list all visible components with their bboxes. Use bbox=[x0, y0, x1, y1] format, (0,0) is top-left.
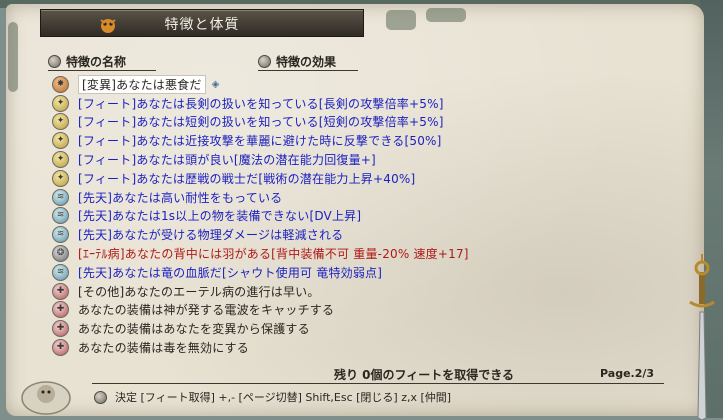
trait-text: あなたの装備はあなたを変異から保護する bbox=[78, 322, 310, 337]
trait-text: [フィート]あなたは歴戦の戦士だ[戦術の潜在能力上昇+40%] bbox=[78, 171, 416, 186]
help-bullet-icon bbox=[94, 390, 107, 404]
other-trait-icon: ✚ bbox=[52, 339, 69, 357]
header-bullet-icon bbox=[258, 54, 271, 68]
other-trait-icon: ✚ bbox=[52, 320, 69, 338]
header-trait-effect: 特徴の効果 bbox=[258, 53, 336, 69]
feat-trait-icon: ✦ bbox=[52, 132, 69, 150]
trait-row[interactable]: ❂ [ｴｰﾃﾙ病]あなたの背中には羽がある[背中装備不可 重量-20% 速度+17… bbox=[52, 244, 652, 263]
trait-text: [その他]あなたのエーテル病の進行は早い。 bbox=[78, 284, 320, 299]
trait-row[interactable]: ✚ [その他]あなたのエーテル病の進行は早い。 bbox=[52, 282, 652, 301]
vine-decoration bbox=[386, 10, 416, 30]
trait-text: [変異]あなたは悪食だ bbox=[78, 74, 206, 94]
feat-trait-icon: ✦ bbox=[52, 94, 69, 112]
window-title: 特徴と体質 bbox=[164, 17, 240, 33]
header-trait-name: 特徴の名称 bbox=[48, 53, 126, 69]
trait-text: [先天]あなたは1s以上の物を装備できない[DV上昇] bbox=[78, 209, 362, 224]
other-trait-icon: ✚ bbox=[52, 282, 69, 300]
trait-row[interactable]: ✚ あなたの装備は神が発する電波をキャッチする bbox=[52, 301, 652, 320]
other-trait-icon: ✚ bbox=[52, 301, 69, 319]
vine-decoration bbox=[426, 8, 466, 22]
key-help-text: 決定 [フィート取得] +,- [ページ切替] Shift,Esc [閉じる] … bbox=[115, 391, 452, 404]
trait-row[interactable]: ≋ [先天]あなたは高い耐性をもっている bbox=[52, 188, 652, 207]
trait-text: [先天]あなたが受ける物理ダメージは軽減される bbox=[78, 228, 344, 243]
trait-text: [先天]あなたは高い耐性をもっている bbox=[78, 190, 283, 205]
trait-row[interactable]: ✚ あなたの装備はあなたを変異から保護する bbox=[52, 319, 652, 338]
trait-text: あなたの装備は神が発する電波をキャッチする bbox=[78, 303, 335, 318]
trait-row[interactable]: ✚ あなたの装備は毒を無効にする bbox=[52, 338, 652, 357]
feat-trait-icon: ✦ bbox=[52, 169, 69, 187]
innate-trait-icon: ≋ bbox=[52, 263, 69, 281]
header-trait-name-label: 特徴の名称 bbox=[66, 54, 127, 69]
innate-trait-icon: ≋ bbox=[52, 226, 69, 244]
page-indicator: Page.2/3 bbox=[600, 367, 655, 380]
footer-divider bbox=[92, 383, 664, 384]
selection-arrow-icon: ◈ bbox=[211, 78, 220, 90]
trait-text: [フィート]あなたは頭が良い[魔法の潜在能力回復量+] bbox=[78, 153, 376, 168]
trait-text: [先天]あなたは竜の血脈だ[シャウト使用可 竜特効弱点] bbox=[78, 265, 383, 280]
vine-decoration bbox=[8, 22, 18, 92]
trait-row[interactable]: ✦ [フィート]あなたは歴戦の戦士だ[戦術の潜在能力上昇+40%] bbox=[52, 169, 652, 188]
key-help: 決定 [フィート取得] +,- [ページ切替] Shift,Esc [閉じる] … bbox=[94, 389, 451, 405]
trait-text: [フィート]あなたは長剣の扱いを知っている[長剣の攻撃倍率+5%] bbox=[78, 96, 444, 111]
trait-text: あなたの装備は毒を無効にする bbox=[78, 341, 249, 356]
trait-row[interactable]: ≋ [先天]あなたは竜の血脈だ[シャウト使用可 竜特効弱点] bbox=[52, 263, 652, 282]
trait-row[interactable]: ✦ [フィート]あなたは頭が良い[魔法の潜在能力回復量+] bbox=[52, 150, 652, 169]
header-trait-effect-label: 特徴の効果 bbox=[276, 54, 337, 69]
trait-list: ✸ [変異]あなたは悪食だ ◈ ✦ [フィート]あなたは長剣の扱いを知っている[長剣の攻… bbox=[52, 74, 652, 357]
innate-trait-icon: ≋ bbox=[52, 207, 69, 225]
trait-row[interactable]: ✦ [フィート]あなたは短剣の扱いを知っている[短剣の攻撃倍率+5%] bbox=[52, 113, 652, 132]
trait-row[interactable]: ≋ [先天]あなたは1s以上の物を装備できない[DV上昇] bbox=[52, 207, 652, 226]
header-bullet-icon bbox=[48, 54, 61, 68]
ether-trait-icon: ❂ bbox=[52, 245, 69, 263]
trait-row[interactable]: ✦ [フィート]あなたは長剣の扱いを知っている[長剣の攻撃倍率+5%] bbox=[52, 94, 652, 113]
remaining-feats: 残り 0個のフィートを取得できる bbox=[334, 368, 515, 382]
trait-text: [フィート]あなたは短剣の扱いを知っている[短剣の攻撃倍率+5%] bbox=[78, 115, 444, 130]
trait-text: [ｴｰﾃﾙ病]あなたの背中には羽がある[背中装備不可 重量-20% 速度+17] bbox=[78, 247, 469, 262]
trait-text: [フィート]あなたは近接攻撃を華麗に避けた時に反撃できる[50%] bbox=[78, 134, 442, 149]
scroll-creature-icon bbox=[21, 381, 71, 415]
feat-trait-icon: ✦ bbox=[52, 113, 69, 131]
feat-trait-icon: ✦ bbox=[52, 151, 69, 169]
trait-window: 特徴と体質 特徴の名称 特徴の効果 ✸ [変異]あなたは悪食だ ◈ ✦ [フィート]あな… bbox=[6, 4, 715, 420]
trait-row[interactable]: ✦ [フィート]あなたは近接攻撃を華麗に避けた時に反撃できる[50%] bbox=[52, 131, 652, 150]
header-underline bbox=[48, 70, 156, 71]
window-title-bar: 特徴と体質 bbox=[40, 9, 364, 37]
sword-icon bbox=[689, 254, 715, 420]
trait-row[interactable]: ✸ [変異]あなたは悪食だ ◈ bbox=[52, 74, 652, 94]
trait-row[interactable]: ≋ [先天]あなたが受ける物理ダメージは軽減される bbox=[52, 225, 652, 244]
header-underline bbox=[258, 70, 358, 71]
innate-trait-icon: ≋ bbox=[52, 188, 69, 206]
mutation-trait-icon: ✸ bbox=[52, 75, 69, 93]
